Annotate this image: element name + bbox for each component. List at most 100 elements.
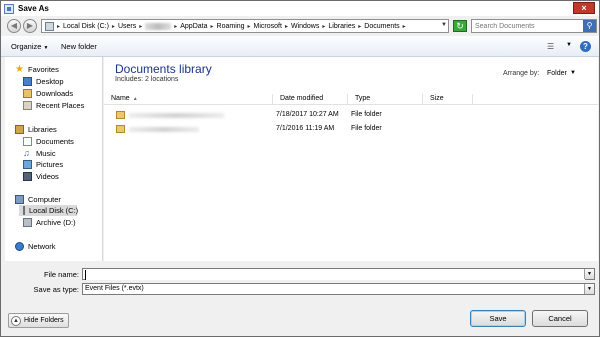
videos-icon [23, 172, 32, 181]
column-header-type[interactable]: Type [348, 94, 423, 105]
nav-label: Libraries [28, 125, 57, 134]
chevron-down-icon[interactable]: ▼ [441, 22, 447, 28]
music-icon: ♫ [23, 148, 30, 158]
file-type: File folder [351, 111, 382, 118]
nav-item-favorites[interactable]: ★ Favorites [15, 64, 59, 75]
breadcrumb-roaming[interactable]: Roaming [215, 23, 247, 30]
redacted-folder-name [129, 113, 224, 118]
cancel-button[interactable]: Cancel [532, 310, 588, 327]
column-header-filler [473, 94, 598, 105]
breadcrumb-local-disk[interactable]: Local Disk (C:) [61, 23, 111, 30]
nav-item-music[interactable]: ♫ Music [23, 148, 56, 159]
breadcrumb-libraries[interactable]: Libraries [326, 23, 357, 30]
file-list-pane: Documents library Includes: 2 locations … [104, 57, 598, 261]
folder-icon [116, 111, 125, 119]
chevron-down-icon[interactable]: ▼ [584, 284, 594, 294]
nav-label: Downloads [36, 89, 74, 98]
breadcrumb-microsoft[interactable]: Microsoft [252, 23, 284, 30]
column-header-date[interactable]: Date modified [273, 94, 348, 105]
nav-label: Desktop [36, 77, 64, 86]
chevron-up-icon: ▲ [11, 315, 21, 326]
nav-item-libraries[interactable]: Libraries [15, 124, 57, 135]
title-bar: Save As × [1, 1, 599, 16]
new-folder-button[interactable]: New folder [61, 42, 97, 51]
save-as-type-label: Save as type: [33, 285, 79, 294]
command-toolbar: Organize ▼ New folder ☰ ▼ ? [1, 36, 599, 57]
nav-label: Videos [36, 172, 59, 181]
organize-button[interactable]: Organize ▼ [11, 42, 48, 51]
address-row: ◀ ▶ ▸ Local Disk (C:) ▸ Users ▸ ▸ AppDat… [1, 16, 599, 36]
chevron-down-icon: ▼ [43, 45, 49, 51]
star-icon: ★ [15, 64, 24, 75]
library-title: Documents library [115, 62, 212, 76]
nav-item-recent-places[interactable]: Recent Places [23, 100, 84, 111]
hide-folders-label: Hide Folders [24, 317, 64, 324]
breadcrumb-windows[interactable]: Windows [289, 23, 321, 30]
breadcrumb-appdata[interactable]: AppData [178, 23, 209, 30]
file-name-label: File name: [43, 270, 79, 279]
breadcrumb-users[interactable]: Users [116, 23, 138, 30]
close-button[interactable]: × [573, 2, 595, 14]
column-header-name[interactable]: Name ▲ [104, 94, 273, 105]
chevron-down-icon[interactable]: ▼ [570, 70, 576, 76]
pane-splitter[interactable] [1, 261, 599, 267]
nav-item-pictures[interactable]: Pictures [23, 159, 63, 170]
view-options-icon[interactable]: ☰ [547, 42, 554, 51]
search-input[interactable] [472, 20, 582, 32]
save-as-dialog: Save As × ◀ ▶ ▸ Local Disk (C:) ▸ Users … [0, 0, 600, 337]
downloads-icon [23, 89, 32, 98]
file-name-input[interactable] [85, 269, 585, 280]
nav-item-local-disk[interactable]: Local Disk (C:) [19, 205, 79, 216]
chevron-down-icon[interactable]: ▼ [584, 269, 594, 279]
window-icon [4, 3, 14, 14]
help-icon[interactable]: ? [580, 41, 591, 52]
file-date: 7/1/2016 11:19 AM [276, 125, 335, 132]
sort-up-icon: ▲ [132, 96, 138, 102]
nav-item-desktop[interactable]: Desktop [23, 76, 64, 87]
nav-label: Documents [36, 137, 74, 146]
documents-icon [23, 137, 32, 146]
file-type: File folder [351, 125, 382, 132]
window-title: Save As [18, 4, 49, 13]
library-subtitle[interactable]: Includes: 2 locations [115, 76, 178, 83]
nav-label: Computer [28, 195, 61, 204]
nav-item-videos[interactable]: Videos [23, 171, 59, 182]
file-row[interactable]: 7/18/2017 10:27 AM File folder [104, 110, 598, 122]
arrange-by-value[interactable]: Folder [547, 70, 567, 77]
drive-icon [23, 218, 32, 227]
nav-item-documents[interactable]: Documents [23, 136, 74, 147]
forward-button[interactable]: ▶ [23, 19, 37, 33]
folder-icon [45, 21, 54, 31]
arrange-by-label: Arrange by: [503, 70, 540, 77]
folder-icon [116, 125, 125, 133]
save-as-type-select[interactable]: Event Files (*.evtx) ▼ [82, 283, 595, 295]
nav-label: Network [28, 242, 56, 251]
refresh-button[interactable]: ↻ [453, 20, 467, 32]
breadcrumb-documents[interactable]: Documents [362, 23, 401, 30]
address-bar[interactable]: ▸ Local Disk (C:) ▸ Users ▸ ▸ AppData ▸ … [41, 19, 449, 33]
search-icon[interactable]: ⚲ [583, 20, 596, 32]
save-as-type-value: Event Files (*.evtx) [85, 285, 144, 292]
file-row[interactable]: 7/1/2016 11:19 AM File folder [104, 124, 598, 136]
organize-label: Organize [11, 42, 42, 51]
nav-label: Favorites [28, 65, 59, 74]
nav-label: Recent Places [36, 101, 85, 110]
nav-item-computer[interactable]: Computer [15, 194, 61, 205]
desktop-icon [23, 77, 32, 86]
computer-icon [15, 195, 24, 204]
recent-places-icon [23, 101, 32, 110]
nav-item-archive[interactable]: Archive (D:) [23, 217, 76, 228]
save-button[interactable]: Save [470, 310, 526, 327]
navigation-pane: ★ Favorites Desktop Downloads Recent Plac… [5, 57, 103, 261]
breadcrumb-redacted-user[interactable] [145, 22, 172, 30]
nav-label: Local Disk (C:) [29, 206, 79, 215]
chevron-down-icon[interactable]: ▼ [566, 42, 572, 48]
back-button[interactable]: ◀ [7, 19, 21, 33]
breadcrumb-separator: ▸ [139, 23, 143, 30]
drive-icon [23, 206, 25, 215]
column-header-size[interactable]: Size [423, 94, 473, 105]
nav-label: Pictures [36, 160, 64, 169]
nav-item-downloads[interactable]: Downloads [23, 88, 73, 99]
nav-item-network[interactable]: Network [15, 241, 56, 252]
hide-folders-button[interactable]: ▲ Hide Folders [8, 313, 69, 328]
